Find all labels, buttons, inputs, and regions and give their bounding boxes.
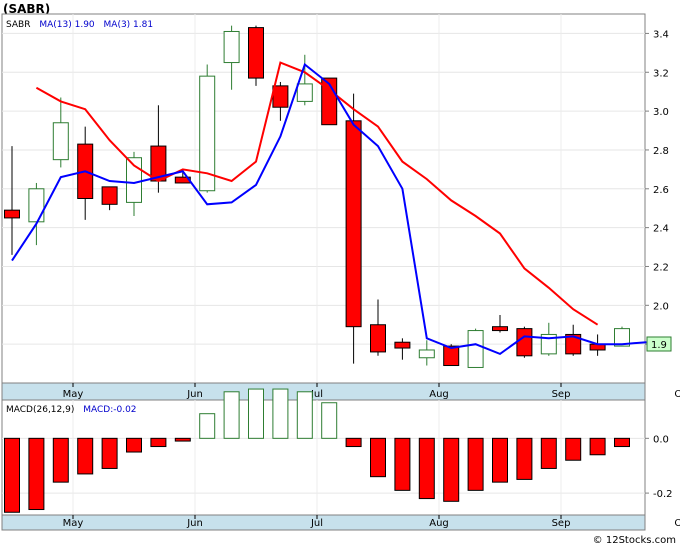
macd-bar-positive bbox=[248, 388, 264, 439]
macd-bar-negative bbox=[394, 437, 411, 491]
candle-body bbox=[28, 188, 45, 223]
macd-bar-negative bbox=[443, 437, 460, 502]
macd-bar-negative bbox=[589, 437, 606, 456]
macd-bar-positive bbox=[296, 391, 313, 439]
macd-bar-negative bbox=[492, 437, 508, 483]
candle-body bbox=[443, 345, 460, 367]
price-tick-label: 3.0 bbox=[653, 107, 669, 118]
candle-body bbox=[4, 209, 20, 219]
price-tick-label: 2.4 bbox=[653, 224, 669, 235]
month-label: Jun bbox=[186, 518, 203, 529]
legend-symbol: SABR bbox=[6, 20, 30, 30]
macd-bar-negative bbox=[540, 437, 557, 469]
macd-label: MACD(26,12,9) bbox=[6, 405, 74, 415]
candle-body bbox=[394, 341, 411, 349]
macd-bar-negative bbox=[614, 437, 630, 448]
month-axis-band bbox=[1, 382, 646, 401]
month-label: Oct bbox=[674, 389, 680, 400]
stock-chart: (SABR) 1.82.02.22.42.62.83.03.23.4 SABR … bbox=[1, 2, 680, 546]
month-label: Aug bbox=[429, 518, 449, 529]
macd-bar-positive bbox=[199, 413, 216, 439]
candle-body bbox=[345, 120, 362, 328]
candle-up bbox=[467, 328, 484, 368]
month-label: Jun bbox=[186, 389, 203, 400]
macd-bar-positive bbox=[321, 402, 338, 439]
candle-body bbox=[418, 349, 435, 359]
macd-bar-negative bbox=[174, 437, 191, 442]
price-tick-label: 2.0 bbox=[653, 301, 669, 312]
macd-bar-negative bbox=[4, 437, 20, 513]
month-label: Sep bbox=[552, 518, 571, 529]
price-legend: SABR MA(13) 1.90 MA(3) 1.81 bbox=[6, 20, 153, 30]
price-tick-label: 2.2 bbox=[653, 262, 669, 273]
candle-body bbox=[223, 30, 240, 64]
macd-bar-negative bbox=[28, 437, 45, 511]
candle-down bbox=[248, 25, 264, 86]
candle-down bbox=[345, 93, 362, 364]
macd-bar-negative bbox=[418, 437, 435, 500]
candle-body bbox=[370, 324, 386, 353]
month-label: Aug bbox=[429, 389, 449, 400]
macd-value: MACD:-0.02 bbox=[83, 405, 136, 415]
candle-down bbox=[516, 326, 533, 358]
candle-body bbox=[272, 85, 289, 108]
legend-ma3: MA(3) 1.81 bbox=[104, 20, 154, 30]
candle-body bbox=[516, 328, 533, 357]
macd-bar-negative bbox=[77, 437, 94, 475]
last-price-label: 1.9 bbox=[651, 340, 667, 351]
candle-body bbox=[296, 83, 313, 102]
price-tick-label: 3.4 bbox=[653, 29, 669, 40]
macd-bar-positive bbox=[272, 388, 289, 439]
price-tick-label: 2.8 bbox=[653, 146, 669, 157]
macd-bar-negative bbox=[101, 437, 118, 469]
month-label: Jul bbox=[310, 518, 323, 529]
macd-bar-negative bbox=[150, 437, 167, 448]
month-label: Oct bbox=[674, 518, 680, 529]
macd-bar-positive bbox=[223, 391, 240, 439]
price-tick-label: 2.6 bbox=[653, 185, 669, 196]
macd-bar-negative bbox=[467, 437, 484, 491]
candle-body bbox=[52, 122, 69, 161]
candle-body bbox=[248, 27, 264, 79]
month-label: May bbox=[63, 389, 84, 400]
price-tick-label: 3.2 bbox=[653, 68, 669, 79]
macd-bar-negative bbox=[565, 437, 582, 461]
macd-bar-negative bbox=[52, 437, 69, 483]
footer-credit: © 12Stocks.com bbox=[593, 535, 676, 546]
candle-body bbox=[101, 186, 118, 205]
price-axis: 1.82.02.22.42.62.83.03.23.4 bbox=[645, 29, 669, 351]
macd-bar-negative bbox=[126, 437, 142, 453]
legend-ma13: MA(13) 1.90 bbox=[39, 20, 95, 30]
macd-bar-negative bbox=[516, 437, 533, 480]
macd-axis: 0.0 -0.2 bbox=[645, 434, 673, 500]
macd-tick-label: -0.2 bbox=[653, 489, 673, 500]
month-label: Sep bbox=[552, 389, 571, 400]
macd-tick-label: 0.0 bbox=[653, 434, 669, 445]
candle-body bbox=[492, 326, 508, 332]
candle-body bbox=[467, 330, 484, 368]
macd-bar-negative bbox=[370, 437, 386, 478]
month-axis-band-bottom bbox=[1, 514, 646, 531]
macd-legend: MACD(26,12,9) MACD:-0.02 bbox=[6, 405, 137, 415]
month-label: May bbox=[63, 518, 84, 529]
macd-bar-negative bbox=[345, 437, 362, 448]
